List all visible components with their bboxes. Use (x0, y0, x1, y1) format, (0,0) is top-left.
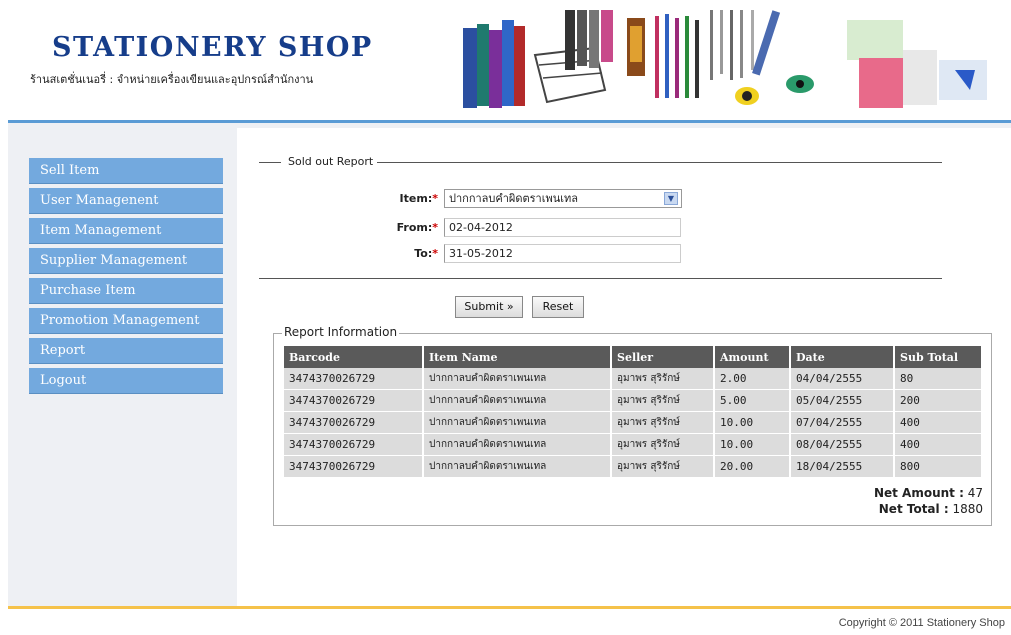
fieldset-bottom-border (259, 278, 942, 279)
date-cell: 04/04/2555 (791, 368, 895, 390)
amount-cell: 2.00 (715, 368, 791, 390)
sold-out-report-legend: Sold out Report (284, 155, 378, 168)
site-tagline: ร้านสเตชั่นเนอรี่ : จำหน่ายเครื่องเขียนแ… (30, 73, 314, 86)
table-row: 3474370026729 ปากกาลบคำผิดตราเพนเทล อุมา… (284, 434, 983, 456)
barcode-cell: 3474370026729 (284, 434, 424, 456)
sub-total-cell: 80 (895, 368, 983, 390)
seller-cell: อุมาพร สุริรักษ์ (612, 456, 715, 478)
required-mark: * (432, 192, 438, 205)
to-label-row: To:* (378, 247, 438, 260)
column-header-item-name[interactable]: Item Name (424, 346, 612, 368)
net-total-label: Net Total : (878, 502, 949, 516)
seller-cell: อุมาพร สุริรักษ์ (612, 412, 715, 434)
to-label: To: (414, 247, 433, 260)
column-header-barcode[interactable]: Barcode (284, 346, 424, 368)
table-row: 3474370026729 ปากกาลบคำผิดตราเพนเทล อุมา… (284, 456, 983, 478)
sub-total-cell: 200 (895, 390, 983, 412)
table-header-row: Barcode Item Name Seller Amount Date Sub… (284, 346, 983, 368)
column-header-amount[interactable]: Amount (715, 346, 791, 368)
barcode-cell: 3474370026729 (284, 456, 424, 478)
header: STATIONERY SHOP ร้านสเตชั่นเนอรี่ : จำหน… (0, 0, 1011, 120)
seller-cell: อุมาพร สุริรักษ์ (612, 390, 715, 412)
item-name-cell: ปากกาลบคำผิดตราเพนเทล (424, 456, 612, 478)
net-amount-value: 47 (967, 486, 983, 500)
item-name-cell: ปากกาลบคำผิดตราเพนเทล (424, 412, 612, 434)
sub-total-cell: 400 (895, 412, 983, 434)
report-information-legend: Report Information (282, 325, 400, 339)
sidebar-item-report[interactable]: Report (29, 338, 223, 364)
column-header-seller[interactable]: Seller (612, 346, 715, 368)
net-total-value: 1880 (952, 502, 983, 516)
from-date-input[interactable]: 02-04-2012 (444, 218, 681, 237)
footer-copyright: Copyright © 2011 Stationery Shop (838, 617, 1005, 629)
sidebar-item-logout[interactable]: Logout (29, 368, 223, 394)
from-label-row: From:* (378, 221, 438, 234)
seller-cell: อุมาพร สุริรักษ์ (612, 434, 715, 456)
table-row: 3474370026729 ปากกาลบคำผิดตราเพนเทล อุมา… (284, 412, 983, 434)
item-name-cell: ปากกาลบคำผิดตราเพนเทล (424, 368, 612, 390)
amount-cell: 20.00 (715, 456, 791, 478)
reset-button[interactable]: Reset (532, 296, 584, 318)
required-mark: * (432, 221, 438, 234)
net-amount-label: Net Amount : (873, 486, 964, 500)
fieldset-border-left (259, 162, 281, 163)
stationery-banner-image (463, 10, 987, 108)
seller-cell: อุมาพร สุริรักษ์ (612, 368, 715, 390)
table-row: 3474370026729 ปากกาลบคำผิดตราเพนเทล อุมา… (284, 368, 983, 390)
sidebar-menu: Sell Item User Managenent Item Managemen… (29, 158, 223, 398)
net-amount: Net Amount : 47 (874, 486, 983, 500)
barcode-cell: 3474370026729 (284, 412, 424, 434)
chevron-down-icon[interactable]: ▼ (664, 192, 678, 205)
sidebar-item-user-management[interactable]: User Managenent (29, 188, 223, 214)
item-name-cell: ปากกาลบคำผิดตราเพนเทล (424, 434, 612, 456)
sidebar-item-item-management[interactable]: Item Management (29, 218, 223, 244)
date-cell: 08/04/2555 (791, 434, 895, 456)
item-label: Item: (399, 192, 433, 205)
item-label-row: Item:* (378, 192, 438, 205)
sidebar-item-sell-item[interactable]: Sell Item (29, 158, 223, 184)
date-cell: 07/04/2555 (791, 412, 895, 434)
required-mark: * (432, 247, 438, 260)
from-label: From: (396, 221, 433, 234)
sidebar-item-supplier-management[interactable]: Supplier Management (29, 248, 223, 274)
site-logo[interactable]: STATIONERY SHOP (52, 32, 373, 63)
amount-cell: 10.00 (715, 412, 791, 434)
item-name-cell: ปากกาลบคำผิดตราเพนเทล (424, 390, 612, 412)
barcode-cell: 3474370026729 (284, 390, 424, 412)
footer-divider (8, 606, 1011, 609)
amount-cell: 10.00 (715, 434, 791, 456)
date-cell: 18/04/2555 (791, 456, 895, 478)
barcode-cell: 3474370026729 (284, 368, 424, 390)
net-total: Net Total : 1880 (879, 502, 983, 516)
submit-button[interactable]: Submit » (455, 296, 523, 318)
sidebar-item-promotion-management[interactable]: Promotion Management (29, 308, 223, 334)
to-date-input[interactable]: 31-05-2012 (444, 244, 681, 263)
fieldset-border-right (377, 162, 942, 163)
sidebar-item-purchase-item[interactable]: Purchase Item (29, 278, 223, 304)
date-cell: 05/04/2555 (791, 390, 895, 412)
item-select-value: ปากกาลบคำผิดตราเพนเทล (449, 192, 579, 205)
report-table: Barcode Item Name Seller Amount Date Sub… (284, 346, 983, 478)
table-row: 3474370026729 ปากกาลบคำผิดตราเพนเทล อุมา… (284, 390, 983, 412)
sub-total-cell: 400 (895, 434, 983, 456)
item-select[interactable]: ปากกาลบคำผิดตราเพนเทล ▼ (444, 189, 682, 208)
sub-total-cell: 800 (895, 456, 983, 478)
amount-cell: 5.00 (715, 390, 791, 412)
column-header-sub-total[interactable]: Sub Total (895, 346, 983, 368)
column-header-date[interactable]: Date (791, 346, 895, 368)
